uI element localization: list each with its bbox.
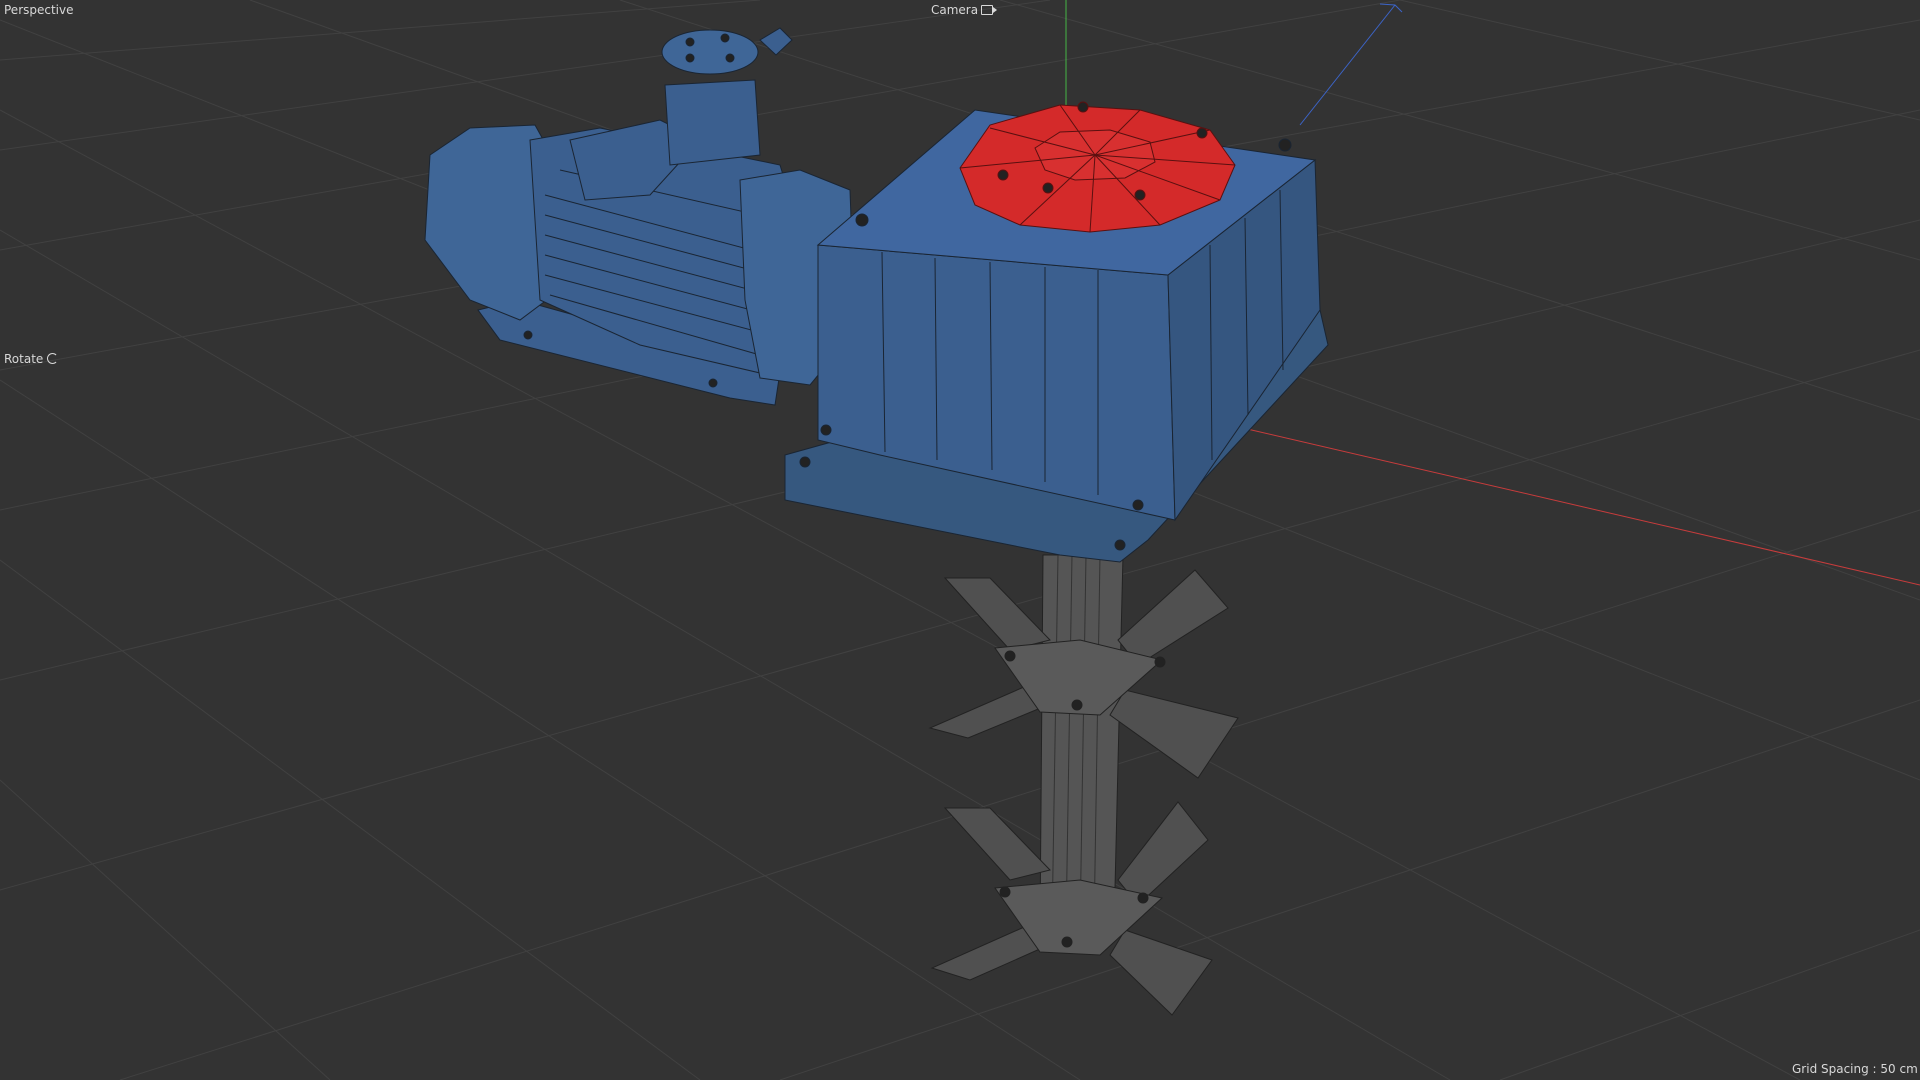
base-bolt <box>1132 499 1144 511</box>
3d-viewport[interactable]: Perspective Camera Rotate Grid Spacing :… <box>0 0 1920 1080</box>
upper-blade-4[interactable] <box>1109 689 1239 779</box>
z-axis-line <box>1299 4 1396 126</box>
camera-menu[interactable]: Camera <box>931 3 998 17</box>
lifting-lug <box>1278 138 1292 152</box>
hub-bolt <box>1004 650 1016 662</box>
motor-foot-bolt <box>523 330 533 340</box>
motor-bolt <box>725 53 735 63</box>
flange-bolt <box>997 169 1009 181</box>
lower-blade-1[interactable] <box>943 807 1051 881</box>
navigation-mode-text: Rotate <box>4 352 44 366</box>
flange-bolt <box>1042 182 1054 194</box>
viewport-scene[interactable] <box>0 0 1920 1080</box>
base-bolt <box>1114 539 1126 551</box>
view-name-label[interactable]: Perspective <box>4 3 74 17</box>
hub-bolt <box>1154 656 1166 668</box>
camera-label-text: Camera <box>931 3 979 17</box>
junction-neck[interactable] <box>664 79 761 166</box>
lower-blade-2[interactable] <box>1117 801 1209 906</box>
upper-blade-1[interactable] <box>943 577 1051 651</box>
junction-cap[interactable] <box>661 29 759 75</box>
motor-bolt <box>685 53 695 63</box>
cable-gland[interactable] <box>759 27 793 56</box>
hub-bolt <box>1137 892 1149 904</box>
base-bolt <box>820 424 832 436</box>
hub-bolt <box>1071 699 1083 711</box>
upper-blade-2[interactable] <box>1117 569 1229 666</box>
grid-spacing-text: Grid Spacing : 50 cm <box>1792 1062 1918 1076</box>
hub-bolt <box>999 886 1011 898</box>
flange-bolt <box>1196 127 1208 139</box>
motor-bolt <box>685 37 695 47</box>
flange-bolt <box>1077 101 1089 113</box>
camera-icon <box>981 5 998 15</box>
electric-motor[interactable] <box>424 27 856 406</box>
hub-bolt <box>1061 936 1073 948</box>
lower-blade-4[interactable] <box>1109 929 1213 1016</box>
grid-spacing-readout: Grid Spacing : 50 cm <box>1792 1062 1918 1076</box>
motor-bolt <box>720 33 730 43</box>
agitator-assembly[interactable] <box>928 554 1239 1016</box>
x-axis-line <box>1229 424 1920 586</box>
base-bolt <box>799 456 811 468</box>
flange-bolt <box>1134 189 1146 201</box>
lifting-lug <box>855 213 869 227</box>
view-name-text: Perspective <box>4 3 74 17</box>
motor-foot-bolt <box>708 378 718 388</box>
rotate-icon <box>47 353 59 364</box>
navigation-mode-indicator: Rotate <box>4 352 59 366</box>
